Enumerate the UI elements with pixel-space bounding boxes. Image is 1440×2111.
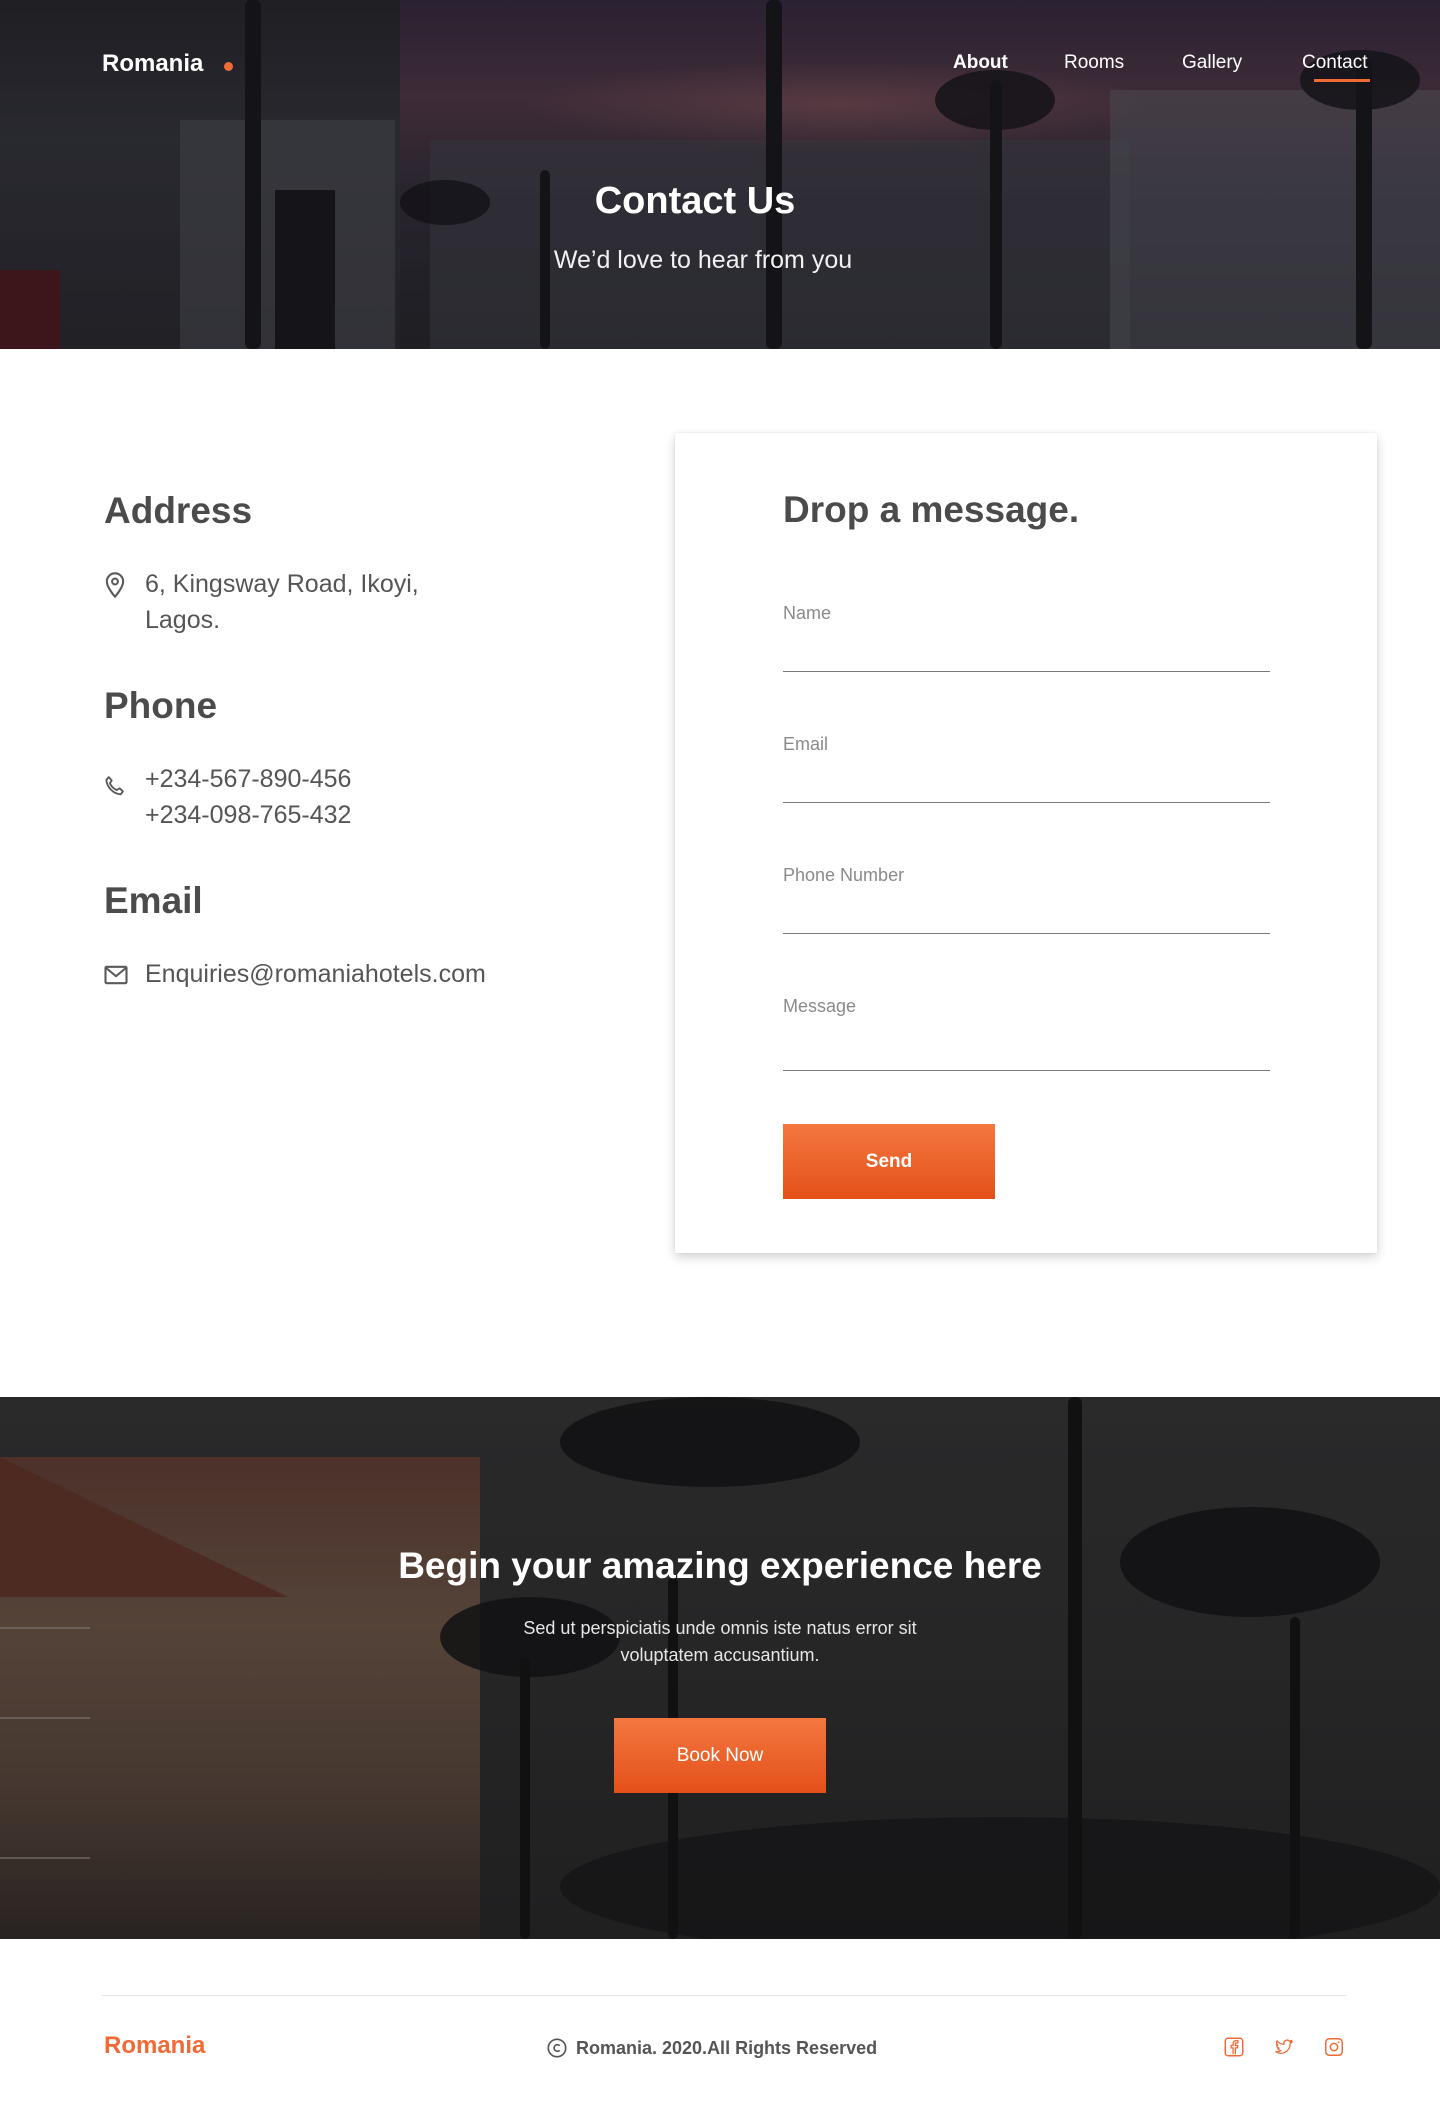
book-now-button[interactable]: Book Now [614,1718,826,1793]
phone-field: Phone Number [783,865,1270,965]
instagram-icon[interactable] [1323,2036,1345,2058]
send-button[interactable]: Send [783,1124,995,1199]
cta-text: Sed ut perspiciatis unde omnis iste natu… [470,1615,970,1669]
field-underline [783,802,1270,803]
page-title: Contact Us [594,180,796,222]
email-label: Email [783,734,829,754]
brand-dot [224,62,233,71]
cta-text-line: Sed ut perspiciatis unde omnis iste natu… [523,1618,917,1638]
phone-label: Phone Number [783,865,905,885]
footer-brand[interactable]: Romania [104,2032,205,2060]
footer-divider [102,1995,1346,1996]
nav-about[interactable]: About [953,52,1008,74]
address-text: 6, Kingsway Road, Ikoyi, Lagos. [145,566,419,638]
brand-logo[interactable]: Romania [102,50,203,78]
address-heading: Address [104,490,253,531]
field-underline [783,1070,1270,1071]
address-line: 6, Kingsway Road, Ikoyi, [145,570,419,598]
message-field: Message [783,996,1270,1096]
email-field: Email [783,734,1270,834]
email-heading: Email [104,880,203,921]
phone-icon [105,776,124,796]
name-label: Name [783,603,832,623]
phone-number[interactable]: +234-098-765-432 [145,797,351,833]
copyright: Romania. 2020.All Rights Reserved [546,2037,877,2059]
booking-cta: Begin your amazing experience here Sed u… [0,1397,1440,1939]
nav-active-indicator [1314,79,1370,82]
cta-title: Begin your amazing experience here [398,1545,1042,1586]
copyright-text: Romania. 2020.All Rights Reserved [576,2037,878,2058]
phone-input[interactable] [783,899,1270,929]
email-text[interactable]: Enquiries@romaniahotels.com [145,956,486,992]
contact-form: Drop a message. Name Email Phone Number … [675,433,1377,1253]
copyright-icon [547,2038,567,2058]
page-subtitle: We’d love to hear from you [553,246,853,274]
field-underline [783,671,1270,672]
name-field: Name [783,603,1270,703]
nav-contact[interactable]: Contact [1302,52,1367,74]
top-nav: Romania About Rooms Gallery Contact [0,0,1440,120]
name-input[interactable] [783,637,1270,667]
location-pin-icon [105,572,125,599]
field-underline [783,933,1270,934]
message-input[interactable] [783,1028,1270,1066]
message-label: Message [783,996,857,1016]
hero-banner: Romania About Rooms Gallery Contact Cont… [0,0,1440,349]
cta-text-line: voluptatem accusantium. [620,1645,820,1665]
nav-gallery[interactable]: Gallery [1182,52,1242,74]
twitter-icon[interactable] [1273,2036,1295,2058]
phone-number[interactable]: +234-567-890-456 [145,761,351,797]
phone-heading: Phone [104,685,218,726]
email-input[interactable] [783,768,1270,798]
facebook-icon[interactable] [1223,2036,1245,2058]
mail-icon [104,965,128,985]
form-title: Drop a message. [783,489,1080,530]
phone-text: +234-567-890-456 +234-098-765-432 [145,761,351,833]
nav-rooms[interactable]: Rooms [1064,52,1124,74]
address-line: Lagos. [145,606,221,634]
